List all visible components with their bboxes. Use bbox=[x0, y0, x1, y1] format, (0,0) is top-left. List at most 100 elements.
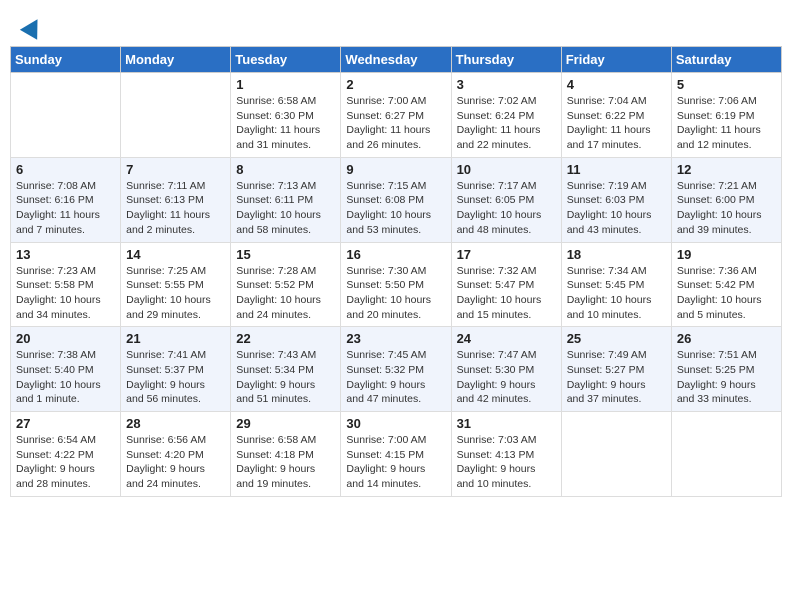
cell-details: Sunrise: 7:13 AMSunset: 6:11 PMDaylight:… bbox=[236, 180, 321, 236]
calendar-week-row: 1 Sunrise: 6:58 AMSunset: 6:30 PMDaylight… bbox=[11, 73, 782, 158]
day-number: 26 bbox=[677, 331, 776, 346]
cell-details: Sunrise: 7:03 AMSunset: 4:13 PMDaylight:… bbox=[457, 434, 537, 490]
calendar-cell: 27Sunrise: 6:54 AMSunset: 4:22 PMDayligh… bbox=[11, 412, 121, 497]
cell-details: Sunrise: 7:32 AMSunset: 5:47 PMDaylight:… bbox=[457, 265, 542, 321]
cell-details: Sunrise: 7:34 AMSunset: 5:45 PMDaylight:… bbox=[567, 265, 652, 321]
calendar-cell: 22 Sunrise: 7:43 AMSunset: 5:34 PMDayligh… bbox=[231, 327, 341, 412]
day-number: 16 bbox=[346, 247, 445, 262]
calendar-cell: 1 Sunrise: 6:58 AMSunset: 6:30 PMDaylight… bbox=[231, 73, 341, 158]
calendar-cell: 25 Sunrise: 7:49 AMSunset: 5:27 PMDayligh… bbox=[561, 327, 671, 412]
day-number: 14 bbox=[126, 247, 225, 262]
calendar-cell: 15 Sunrise: 7:28 AMSunset: 5:52 PMDayligh… bbox=[231, 242, 341, 327]
day-number: 28 bbox=[126, 416, 225, 431]
day-number: 29 bbox=[236, 416, 335, 431]
day-number: 15 bbox=[236, 247, 335, 262]
calendar-cell: 17Sunrise: 7:32 AMSunset: 5:47 PMDayligh… bbox=[451, 242, 561, 327]
calendar-cell: 20 Sunrise: 7:38 AMSunset: 5:40 PMDayligh… bbox=[11, 327, 121, 412]
day-number: 30 bbox=[346, 416, 445, 431]
day-number: 31 bbox=[457, 416, 556, 431]
day-number: 2 bbox=[346, 77, 445, 92]
calendar-cell: 23 Sunrise: 7:45 AMSunset: 5:32 PMDayligh… bbox=[341, 327, 451, 412]
calendar-week-row: 6 Sunrise: 7:08 AMSunset: 6:16 PMDaylight… bbox=[11, 157, 782, 242]
day-number: 9 bbox=[346, 162, 445, 177]
cell-details: Sunrise: 6:58 AMSunset: 4:18 PMDaylight:… bbox=[236, 434, 316, 490]
calendar-cell: 30 Sunrise: 7:00 AMSunset: 4:15 PMDayligh… bbox=[341, 412, 451, 497]
weekday-header: Tuesday bbox=[231, 47, 341, 73]
calendar-cell bbox=[561, 412, 671, 497]
logo-blue-text bbox=[20, 18, 43, 36]
calendar-cell: 7 Sunrise: 7:11 AMSunset: 6:13 PMDaylight… bbox=[121, 157, 231, 242]
calendar-cell: 13 Sunrise: 7:23 AMSunset: 5:58 PMDayligh… bbox=[11, 242, 121, 327]
calendar-cell: 31 Sunrise: 7:03 AMSunset: 4:13 PMDayligh… bbox=[451, 412, 561, 497]
calendar-cell: 29 Sunrise: 6:58 AMSunset: 4:18 PMDayligh… bbox=[231, 412, 341, 497]
day-number: 25 bbox=[567, 331, 666, 346]
logo bbox=[20, 18, 43, 36]
calendar-week-row: 27Sunrise: 6:54 AMSunset: 4:22 PMDayligh… bbox=[11, 412, 782, 497]
cell-details: Sunrise: 7:21 AMSunset: 6:00 PMDaylight:… bbox=[677, 180, 762, 236]
weekday-header: Monday bbox=[121, 47, 231, 73]
weekday-header: Friday bbox=[561, 47, 671, 73]
day-number: 6 bbox=[16, 162, 115, 177]
cell-details: Sunrise: 7:23 AMSunset: 5:58 PMDaylight:… bbox=[16, 265, 101, 321]
day-number: 10 bbox=[457, 162, 556, 177]
calendar-cell: 10 Sunrise: 7:17 AMSunset: 6:05 PMDayligh… bbox=[451, 157, 561, 242]
cell-details: Sunrise: 7:00 AMSunset: 6:27 PMDaylight:… bbox=[346, 95, 430, 151]
day-number: 21 bbox=[126, 331, 225, 346]
weekday-header: Thursday bbox=[451, 47, 561, 73]
day-number: 22 bbox=[236, 331, 335, 346]
cell-details: Sunrise: 7:28 AMSunset: 5:52 PMDaylight:… bbox=[236, 265, 321, 321]
cell-details: Sunrise: 7:49 AMSunset: 5:27 PMDaylight:… bbox=[567, 349, 647, 405]
page-header bbox=[10, 10, 782, 40]
day-number: 3 bbox=[457, 77, 556, 92]
calendar-cell: 4Sunrise: 7:04 AMSunset: 6:22 PMDaylight… bbox=[561, 73, 671, 158]
cell-details: Sunrise: 7:00 AMSunset: 4:15 PMDaylight:… bbox=[346, 434, 426, 490]
day-number: 24 bbox=[457, 331, 556, 346]
cell-details: Sunrise: 7:06 AMSunset: 6:19 PMDaylight:… bbox=[677, 95, 761, 151]
cell-details: Sunrise: 7:17 AMSunset: 6:05 PMDaylight:… bbox=[457, 180, 542, 236]
calendar-cell: 12Sunrise: 7:21 AMSunset: 6:00 PMDayligh… bbox=[671, 157, 781, 242]
calendar-cell: 21 Sunrise: 7:41 AMSunset: 5:37 PMDayligh… bbox=[121, 327, 231, 412]
day-number: 18 bbox=[567, 247, 666, 262]
calendar-cell: 14 Sunrise: 7:25 AMSunset: 5:55 PMDayligh… bbox=[121, 242, 231, 327]
weekday-header: Wednesday bbox=[341, 47, 451, 73]
calendar-cell bbox=[11, 73, 121, 158]
cell-details: Sunrise: 7:08 AMSunset: 6:16 PMDaylight:… bbox=[16, 180, 100, 236]
day-number: 8 bbox=[236, 162, 335, 177]
calendar-cell: 18 Sunrise: 7:34 AMSunset: 5:45 PMDayligh… bbox=[561, 242, 671, 327]
calendar-cell: 2 Sunrise: 7:00 AMSunset: 6:27 PMDaylight… bbox=[341, 73, 451, 158]
cell-details: Sunrise: 7:41 AMSunset: 5:37 PMDaylight:… bbox=[126, 349, 206, 405]
cell-details: Sunrise: 6:56 AMSunset: 4:20 PMDaylight:… bbox=[126, 434, 206, 490]
cell-details: Sunrise: 6:58 AMSunset: 6:30 PMDaylight:… bbox=[236, 95, 320, 151]
day-number: 23 bbox=[346, 331, 445, 346]
cell-details: Sunrise: 7:19 AMSunset: 6:03 PMDaylight:… bbox=[567, 180, 652, 236]
calendar-cell: 24 Sunrise: 7:47 AMSunset: 5:30 PMDayligh… bbox=[451, 327, 561, 412]
calendar-cell: 28 Sunrise: 6:56 AMSunset: 4:20 PMDayligh… bbox=[121, 412, 231, 497]
calendar-cell: 9 Sunrise: 7:15 AMSunset: 6:08 PMDaylight… bbox=[341, 157, 451, 242]
cell-details: Sunrise: 7:25 AMSunset: 5:55 PMDaylight:… bbox=[126, 265, 211, 321]
day-number: 13 bbox=[16, 247, 115, 262]
cell-details: Sunrise: 7:45 AMSunset: 5:32 PMDaylight:… bbox=[346, 349, 426, 405]
logo-triangle-icon bbox=[20, 14, 46, 40]
day-number: 20 bbox=[16, 331, 115, 346]
cell-details: Sunrise: 7:51 AMSunset: 5:25 PMDaylight:… bbox=[677, 349, 757, 405]
cell-details: Sunrise: 7:02 AMSunset: 6:24 PMDaylight:… bbox=[457, 95, 541, 151]
cell-details: Sunrise: 7:15 AMSunset: 6:08 PMDaylight:… bbox=[346, 180, 431, 236]
cell-details: Sunrise: 7:36 AMSunset: 5:42 PMDaylight:… bbox=[677, 265, 762, 321]
calendar-cell: 26 Sunrise: 7:51 AMSunset: 5:25 PMDayligh… bbox=[671, 327, 781, 412]
day-number: 1 bbox=[236, 77, 335, 92]
day-number: 11 bbox=[567, 162, 666, 177]
day-number: 7 bbox=[126, 162, 225, 177]
calendar-cell: 8 Sunrise: 7:13 AMSunset: 6:11 PMDaylight… bbox=[231, 157, 341, 242]
cell-details: Sunrise: 7:43 AMSunset: 5:34 PMDaylight:… bbox=[236, 349, 316, 405]
calendar-cell: 6 Sunrise: 7:08 AMSunset: 6:16 PMDaylight… bbox=[11, 157, 121, 242]
cell-details: Sunrise: 7:38 AMSunset: 5:40 PMDaylight:… bbox=[16, 349, 101, 405]
calendar-cell: 19Sunrise: 7:36 AMSunset: 5:42 PMDayligh… bbox=[671, 242, 781, 327]
cell-details: Sunrise: 7:11 AMSunset: 6:13 PMDaylight:… bbox=[126, 180, 210, 236]
cell-details: Sunrise: 7:04 AMSunset: 6:22 PMDaylight:… bbox=[567, 95, 651, 151]
calendar-cell: 3 Sunrise: 7:02 AMSunset: 6:24 PMDaylight… bbox=[451, 73, 561, 158]
cell-details: Sunrise: 7:47 AMSunset: 5:30 PMDaylight:… bbox=[457, 349, 537, 405]
weekday-header: Sunday bbox=[11, 47, 121, 73]
calendar-week-row: 13 Sunrise: 7:23 AMSunset: 5:58 PMDayligh… bbox=[11, 242, 782, 327]
calendar-cell bbox=[671, 412, 781, 497]
calendar-cell: 16Sunrise: 7:30 AMSunset: 5:50 PMDayligh… bbox=[341, 242, 451, 327]
